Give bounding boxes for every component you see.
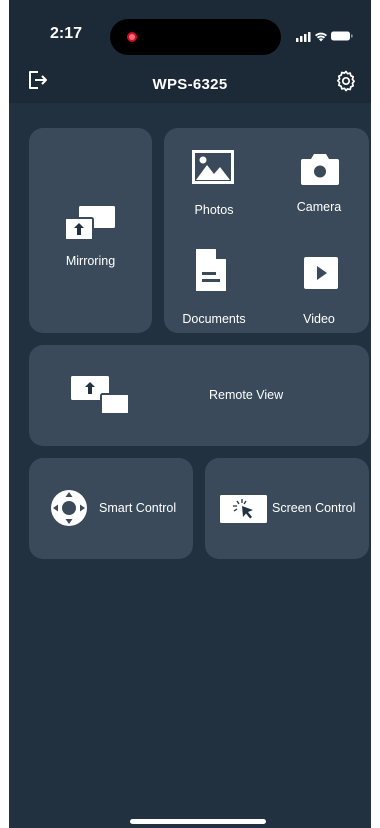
recording-indicator-icon — [125, 30, 139, 44]
camera-button[interactable]: Camera — [269, 128, 369, 228]
top-bar: 2:17 WPS-6325 — [9, 0, 371, 103]
gear-icon — [337, 70, 355, 92]
home-indicator[interactable] — [130, 819, 266, 824]
photos-button[interactable]: Photos — [164, 128, 264, 228]
video-label: Video — [303, 312, 335, 326]
screen-control-label: Screen Control — [272, 501, 356, 515]
status-icons — [296, 31, 353, 42]
cellular-signal-icon — [296, 32, 311, 42]
video-button[interactable]: Video — [269, 233, 369, 333]
smart-control-label: Smart Control — [99, 501, 177, 515]
app-screen: 2:17 WPS-6325 Mirroring Photos Camera Do… — [9, 0, 371, 828]
documents-label: Documents — [182, 312, 246, 326]
camera-icon — [301, 154, 339, 185]
remote-view-icon — [71, 376, 129, 414]
settings-button[interactable] — [334, 69, 358, 93]
smart-control-tile[interactable]: Smart Control — [29, 458, 193, 559]
photo-icon — [192, 150, 234, 184]
page-title: WPS-6325 — [152, 76, 228, 93]
media-tile-group: Photos Camera Documents Video — [164, 128, 369, 333]
dynamic-island — [110, 19, 281, 55]
photos-label: Photos — [194, 203, 234, 217]
play-icon — [304, 257, 338, 289]
mirroring-tile[interactable]: Mirroring — [29, 128, 152, 333]
status-time: 2:17 — [50, 25, 83, 42]
documents-button[interactable]: Documents — [164, 233, 264, 333]
remote-view-label: Remote View — [209, 388, 284, 402]
camera-label: Camera — [296, 200, 342, 214]
document-icon — [196, 248, 227, 291]
screen-control-tile[interactable]: Screen Control — [205, 458, 369, 559]
remote-view-tile[interactable]: Remote View — [29, 345, 369, 446]
battery-icon — [331, 31, 353, 41]
mirroring-icon — [65, 206, 115, 241]
cursor-click-icon — [220, 495, 267, 523]
mirroring-label: Mirroring — [65, 254, 116, 268]
wifi-icon — [315, 32, 327, 42]
dpad-icon — [51, 490, 87, 526]
